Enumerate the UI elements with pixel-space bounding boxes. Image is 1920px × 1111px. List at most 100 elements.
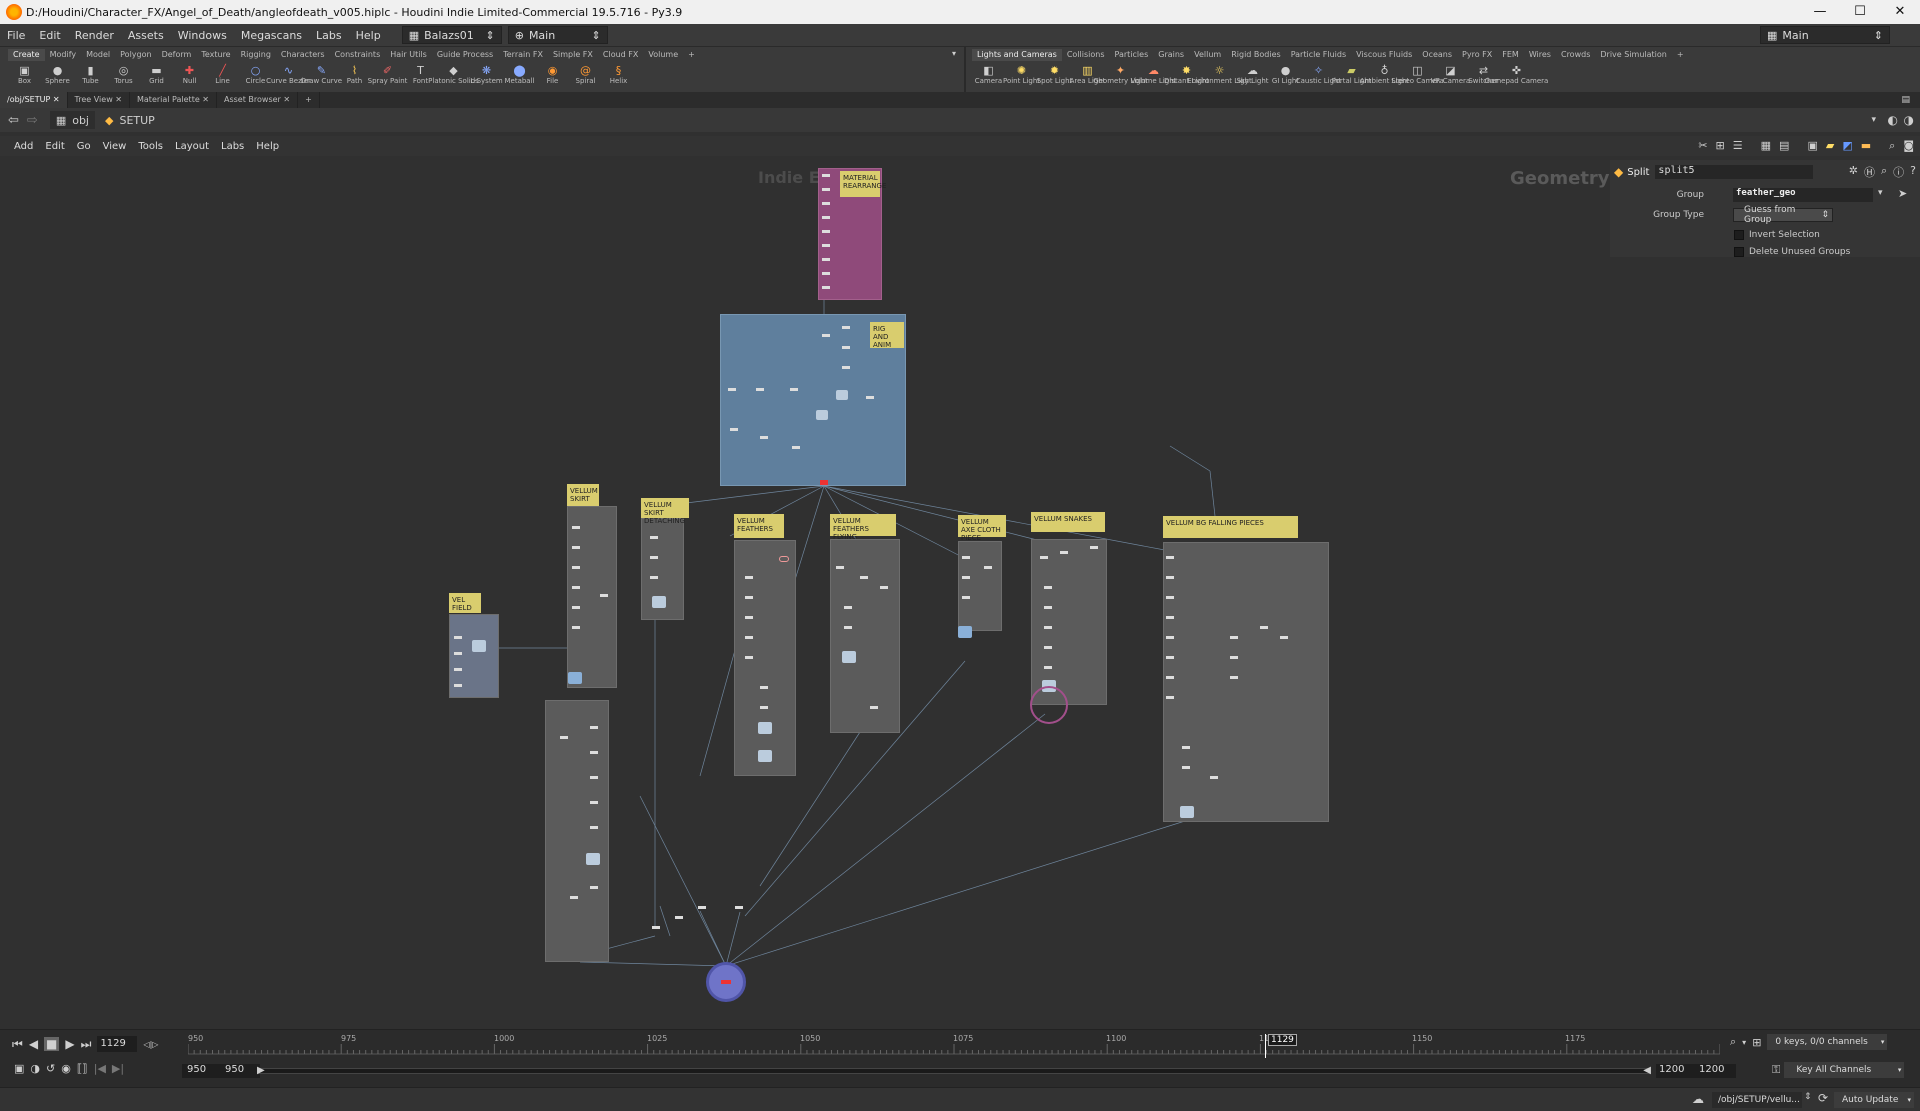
output-node[interactable] [820, 480, 828, 485]
tool-tube[interactable]: ▮ Tube [74, 63, 107, 93]
sticky-note-snakes[interactable]: VELLUM SNAKES [1031, 512, 1105, 532]
sop-node[interactable] [730, 428, 738, 431]
shelf-tab[interactable]: Cloud FX [598, 49, 643, 61]
chevron-updown-icon[interactable]: ⇕ [1804, 1092, 1812, 1102]
sop-node[interactable] [572, 586, 580, 589]
sop-node[interactable] [745, 616, 753, 619]
shelf-tab[interactable]: Simple FX [548, 49, 598, 61]
sop-node[interactable] [760, 706, 768, 709]
audio-icon[interactable]: ⌕ [1730, 1035, 1736, 1049]
delete-unused-groups-checkbox[interactable] [1734, 247, 1744, 257]
right-desktop-select[interactable]: ▦ Main ⇕ [1760, 26, 1890, 44]
stop-icon[interactable]: ■ [44, 1037, 60, 1051]
shelf-tab[interactable]: Collisions [1062, 49, 1110, 61]
sop-node[interactable] [870, 706, 878, 709]
path-obj-button[interactable]: ▦ obj [49, 111, 95, 129]
pin-icon[interactable]: ◐ [1888, 113, 1898, 127]
shelf-tab[interactable]: Polygon [115, 49, 156, 61]
sop-node[interactable] [1182, 766, 1190, 769]
sop-node[interactable] [590, 826, 598, 829]
sop-node[interactable] [984, 566, 992, 569]
forward-arrow-icon[interactable]: ⇨ [27, 113, 38, 128]
path-node-button[interactable]: ◆ SETUP [99, 111, 161, 129]
dop-network-icon[interactable] [652, 596, 666, 608]
sop-node[interactable] [760, 436, 768, 439]
range-start-field[interactable]: 950 [182, 1064, 222, 1078]
help-icon[interactable]: ? [1910, 164, 1916, 180]
search-icon[interactable]: ⌕ [1881, 164, 1887, 180]
jump-start-icon[interactable]: ⏮ [12, 1037, 23, 1052]
network-box-skirt-sim[interactable] [545, 700, 609, 962]
sop-node[interactable] [1040, 556, 1048, 559]
sop-node[interactable] [652, 926, 660, 929]
sop-node[interactable] [822, 202, 830, 205]
sop-node[interactable] [822, 286, 830, 289]
sop-node[interactable] [745, 596, 753, 599]
prev-key-icon[interactable]: |◀ [94, 1062, 106, 1075]
tool-camera[interactable]: ◧ Camera [972, 63, 1005, 93]
range-toggle-icon[interactable]: ⟦⟧ [77, 1062, 88, 1075]
sop-node[interactable] [842, 366, 850, 369]
shelf-tab[interactable]: Terrain FX [498, 49, 548, 61]
shelf-tab[interactable]: Constraints [330, 49, 386, 61]
chat-icon[interactable]: ☁ [1692, 1092, 1704, 1106]
sop-node[interactable] [650, 556, 658, 559]
network-box-vellum-skirt[interactable] [567, 506, 617, 688]
sticky-note-axe[interactable]: VELLUM AXE CLOTH PIECE [958, 515, 1006, 542]
sop-node[interactable] [880, 586, 888, 589]
shelf-tab[interactable]: Lights and Cameras [972, 49, 1062, 61]
menu-windows[interactable]: Windows [171, 29, 234, 42]
shelf-tab[interactable]: Rigging [236, 49, 276, 61]
sop-node[interactable] [1230, 636, 1238, 639]
pane-menu-icon[interactable]: ▤ [1901, 95, 1910, 105]
sop-node[interactable] [842, 346, 850, 349]
sop-node[interactable] [844, 626, 852, 629]
sop-node[interactable] [590, 886, 598, 889]
auto-update-menu[interactable]: Auto Update ▾ [1834, 1092, 1914, 1108]
shelf-tab[interactable]: Particle Fluids [1286, 49, 1351, 61]
tree-icon[interactable]: ⊞ [1716, 139, 1725, 153]
dop-network-icon[interactable] [816, 410, 828, 420]
minimize-button[interactable]: — [1800, 0, 1840, 24]
info-icon[interactable]: ⓘ [1893, 164, 1904, 180]
sop-node[interactable] [1166, 676, 1174, 679]
sop-node[interactable] [650, 576, 658, 579]
sop-node[interactable] [600, 594, 608, 597]
refresh-icon[interactable]: ⟳ [1818, 1091, 1828, 1105]
sop-node[interactable] [570, 896, 578, 899]
menu-assets[interactable]: Assets [121, 29, 171, 42]
sop-node[interactable] [822, 230, 830, 233]
tool-null[interactable]: ✚ Null [173, 63, 206, 93]
group-dropdown-icon[interactable]: ▾ [1878, 188, 1883, 198]
sop-node[interactable] [1044, 606, 1052, 609]
sop-node[interactable] [962, 556, 970, 559]
net-menu-tools[interactable]: Tools [132, 141, 169, 152]
range-handle-left-icon[interactable]: ▶ [257, 1065, 265, 1076]
sop-node[interactable] [650, 536, 658, 539]
sop-node[interactable] [822, 188, 830, 191]
sticky-note-material[interactable]: MATERIAL REARRANGE [840, 171, 886, 197]
sop-node[interactable] [1260, 626, 1268, 629]
tool-metaball[interactable]: ⬤ Metaball [503, 63, 536, 93]
shelf-tab[interactable]: FEM [1497, 49, 1524, 61]
current-frame-field[interactable]: 1129 [97, 1036, 138, 1052]
sop-node[interactable] [866, 396, 874, 399]
tool-grid[interactable]: ▬ Grid [140, 63, 173, 93]
sticky-note-skirt-detaching[interactable]: VELLUM SKIRT DETACHING [641, 498, 689, 525]
sticky-note-vel-field[interactable]: VEL FIELD [449, 593, 481, 613]
sop-node[interactable] [790, 388, 798, 391]
network-editor[interactable]: Indie Edi Geometry MATERIAL REARRANGE RI… [0, 156, 1920, 1029]
sop-node[interactable] [822, 244, 830, 247]
sop-node[interactable] [1210, 776, 1218, 779]
tool-box[interactable]: ▣ Box [8, 63, 41, 93]
sop-node[interactable] [675, 916, 683, 919]
menu-edit[interactable]: Edit [32, 29, 67, 42]
tool-torus[interactable]: ◎ Torus [107, 63, 140, 93]
sop-node[interactable] [590, 726, 598, 729]
menu-labs[interactable]: Labs [309, 29, 349, 42]
sop-node[interactable] [572, 566, 580, 569]
sop-node[interactable] [1044, 626, 1052, 629]
sop-node[interactable] [1230, 656, 1238, 659]
context-select[interactable]: ⊕ Main ⇕ [507, 26, 608, 44]
close-icon[interactable]: ✕ [283, 95, 290, 104]
